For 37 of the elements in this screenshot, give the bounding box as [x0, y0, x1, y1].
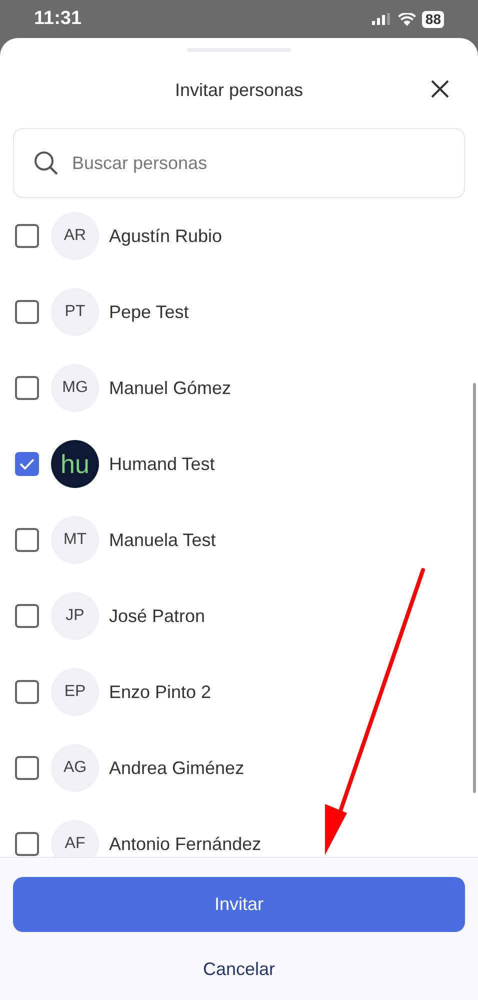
avatar: PT	[51, 288, 99, 336]
checkbox[interactable]	[15, 604, 39, 628]
person-name: Agustín Rubio	[109, 224, 222, 248]
person-name: Enzo Pinto 2	[109, 680, 212, 704]
battery-level: 88	[422, 10, 444, 28]
checkbox[interactable]	[15, 376, 39, 400]
checkbox[interactable]	[15, 300, 39, 324]
avatar: hu	[51, 440, 99, 488]
person-name: Antonio Fernández	[109, 832, 262, 856]
avatar: AG	[51, 744, 99, 792]
avatar: MT	[51, 516, 99, 564]
status-time: 11:31	[34, 6, 82, 31]
cancel-button[interactable]: Cancelar	[202, 956, 276, 983]
person-name: Humand Test	[109, 452, 215, 476]
avatar: MG	[51, 364, 99, 412]
avatar: AF	[51, 820, 99, 857]
person-name: José Patron	[109, 604, 206, 628]
close-button[interactable]	[430, 79, 450, 99]
avatar: AR	[51, 212, 99, 260]
avatar: EP	[51, 668, 99, 716]
avatar: JP	[51, 592, 99, 640]
checkbox[interactable]	[15, 528, 39, 552]
person-name: Manuela Test	[109, 528, 216, 552]
person-name: Manuel Gómez	[109, 376, 232, 400]
check-icon	[19, 458, 35, 470]
person-name: Pepe Test	[109, 300, 189, 324]
checkbox[interactable]	[15, 452, 39, 476]
wifi-icon	[398, 12, 416, 26]
invite-button[interactable]: Invitar	[13, 877, 465, 932]
person-name: Andrea Giménez	[109, 756, 244, 780]
checkbox[interactable]	[15, 756, 39, 780]
signal-icon	[372, 13, 392, 25]
checkbox[interactable]	[15, 224, 39, 248]
search-field[interactable]: Buscar personas	[13, 128, 465, 198]
checkbox[interactable]	[15, 680, 39, 704]
sheet-title: Invitar personas	[174, 78, 304, 102]
search-icon	[33, 150, 59, 176]
